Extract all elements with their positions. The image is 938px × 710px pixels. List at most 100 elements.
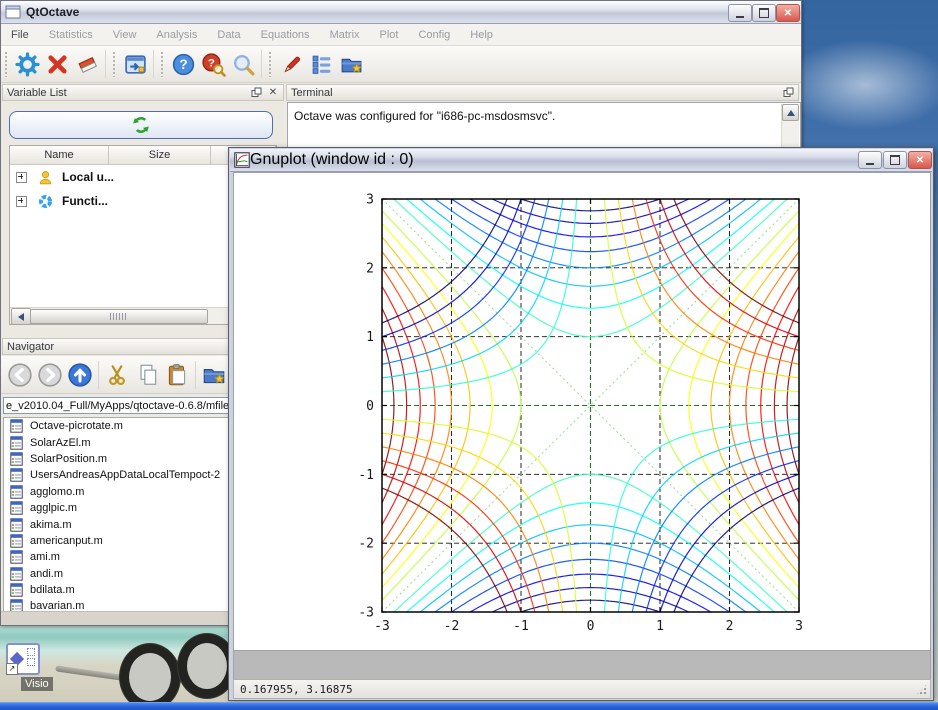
help-search-button[interactable]: ? <box>198 49 228 79</box>
scroll-thumb[interactable] <box>30 309 208 324</box>
gnuplot-minimize-button[interactable] <box>858 151 882 169</box>
menu-help[interactable]: Help <box>460 29 503 41</box>
mfile-icon <box>10 583 23 597</box>
copy-button[interactable] <box>132 360 162 390</box>
eraser-button[interactable] <box>72 49 102 79</box>
folder-star-button[interactable] <box>336 49 366 79</box>
expand-plus-icon[interactable] <box>16 196 27 207</box>
close-panel-icon[interactable]: ✕ <box>267 87 279 99</box>
help-button[interactable]: ? <box>168 49 198 79</box>
visio-shortcut-label: Visio <box>21 677 53 691</box>
toolbar-separator <box>153 50 154 78</box>
navigator-title: Navigator <box>7 341 54 353</box>
column-header-name[interactable]: Name <box>10 146 109 164</box>
y-tick-label: -2 <box>358 537 374 552</box>
cut-button[interactable] <box>102 360 132 390</box>
file-name: UsersAndreasAppDataLocalTempoct-2 <box>30 469 220 481</box>
variable-list-header[interactable]: Variable List ✕ <box>2 84 284 101</box>
close-red-button[interactable] <box>42 49 72 79</box>
back-button[interactable] <box>5 360 35 390</box>
visio-shortcut-icon[interactable]: ↗ <box>6 643 40 675</box>
cloud <box>780 40 938 130</box>
folder-star-icon <box>201 362 227 388</box>
mfile-icon <box>10 436 23 450</box>
toolbar-drag-handle[interactable] <box>268 51 273 77</box>
refresh-icon <box>131 115 151 135</box>
y-tick-label: 3 <box>366 193 374 208</box>
forward-button[interactable] <box>35 360 65 390</box>
menu-analysis[interactable]: Analysis <box>146 29 207 41</box>
paste-icon <box>164 362 190 388</box>
toolbar-separator <box>261 50 262 78</box>
taskbar[interactable] <box>0 702 938 710</box>
menu-statistics[interactable]: Statistics <box>39 29 103 41</box>
variable-list-title: Variable List <box>7 87 67 99</box>
file-name: akima.m <box>30 519 72 531</box>
close-red-icon <box>45 52 70 77</box>
mfile-icon <box>10 468 23 482</box>
back-icon <box>7 362 33 388</box>
float-panel-icon[interactable] <box>782 87 794 99</box>
toolbar-drag-handle[interactable] <box>4 51 9 77</box>
menu-file[interactable]: File <box>1 29 39 41</box>
screen: ↗ Visio QtOctave ✕ FileStatisticsViewAna… <box>0 0 938 710</box>
run-table-button[interactable] <box>120 49 150 79</box>
copy-icon <box>134 362 160 388</box>
gear-swirl-icon <box>37 193 54 210</box>
resize-grip[interactable] <box>915 683 928 696</box>
terminal-header[interactable]: Terminal <box>286 84 799 101</box>
scroll-left-button[interactable] <box>11 308 31 325</box>
y-tick-label: 1 <box>366 330 374 345</box>
menu-config[interactable]: Config <box>408 29 460 41</box>
x-tick-label: -2 <box>444 619 460 634</box>
toolbar-drag-handle[interactable] <box>112 51 117 77</box>
refresh-variables-button[interactable] <box>9 111 273 139</box>
paste-button[interactable] <box>162 360 192 390</box>
file-name: Octave-picrotate.m <box>30 420 123 432</box>
y-tick-label: -3 <box>358 606 374 621</box>
menu-data[interactable]: Data <box>207 29 250 41</box>
column-header-size[interactable]: Size <box>109 146 211 164</box>
shortcut-arrow-icon: ↗ <box>6 663 18 675</box>
mfile-icon <box>10 550 23 564</box>
toolbar-drag-handle[interactable] <box>160 51 165 77</box>
float-panel-icon[interactable] <box>250 87 262 99</box>
scroll-up-button[interactable] <box>782 104 799 121</box>
expand-plus-icon[interactable] <box>16 172 27 183</box>
menu-plot[interactable]: Plot <box>370 29 409 41</box>
gear-button[interactable] <box>12 49 42 79</box>
zoom-button[interactable] <box>228 49 258 79</box>
gnuplot-toolbar-band <box>233 650 931 680</box>
y-tick-label: -1 <box>358 468 374 483</box>
terminal-title: Terminal <box>291 87 333 99</box>
qtoctave-titlebar[interactable]: QtOctave ✕ <box>1 1 801 24</box>
gnuplot-titlebar[interactable]: Gnuplot (window id : 0) ✕ <box>230 149 932 172</box>
file-name: agglpic.m <box>30 502 77 514</box>
up-button[interactable] <box>65 360 95 390</box>
folder-star-button[interactable] <box>199 360 229 390</box>
eraser-icon <box>75 52 100 77</box>
gnuplot-window: Gnuplot (window id : 0) ✕ -3-2-10123-3-2… <box>228 147 934 701</box>
menu-equations[interactable]: Equations <box>251 29 320 41</box>
file-name: agglomo.m <box>30 486 84 498</box>
maximize-button[interactable] <box>752 4 776 22</box>
pen-button[interactable] <box>276 49 306 79</box>
x-tick-label: 2 <box>726 619 734 634</box>
menu-matrix[interactable]: Matrix <box>320 29 370 41</box>
x-tick-label: -3 <box>374 619 390 634</box>
mfile-icon <box>10 567 23 581</box>
up-icon <box>67 362 93 388</box>
close-button[interactable]: ✕ <box>776 4 800 22</box>
gnuplot-close-button[interactable]: ✕ <box>908 151 932 169</box>
list-button[interactable] <box>306 49 336 79</box>
terminal-output-text: Octave was configured for "i686-pc-msdos… <box>294 109 555 123</box>
file-name: ami.m <box>30 551 60 563</box>
menu-view[interactable]: View <box>103 29 147 41</box>
file-name: SolarPosition.m <box>30 453 107 465</box>
x-tick-label: -1 <box>513 619 529 634</box>
minimize-button[interactable] <box>728 4 752 22</box>
pen-icon <box>279 52 304 77</box>
gnuplot-maximize-button[interactable] <box>883 151 907 169</box>
file-name: americanput.m <box>30 535 103 547</box>
x-tick-label: 1 <box>656 619 664 634</box>
